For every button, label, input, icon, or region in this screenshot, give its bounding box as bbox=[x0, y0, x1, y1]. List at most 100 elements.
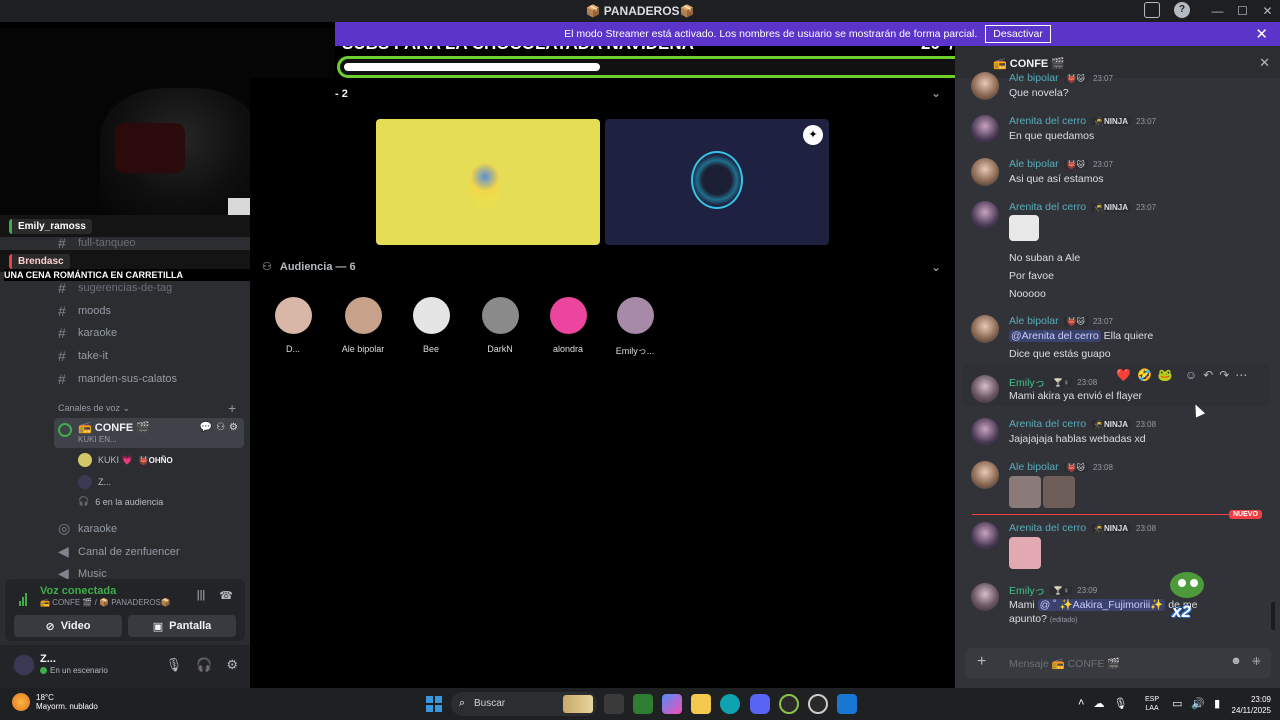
clock[interactable]: 23:09 24/11/2025 bbox=[1225, 694, 1271, 716]
display-icon[interactable]: ▭ bbox=[1172, 697, 1182, 710]
microphone-icon[interactable]: 🎙 bbox=[1113, 697, 1127, 710]
chat-icon[interactable]: 💬 bbox=[200, 422, 212, 433]
settings-icon[interactable]: ⚙ bbox=[229, 422, 238, 433]
close-icon[interactable]: ✕ bbox=[1259, 55, 1270, 71]
sticker-image[interactable] bbox=[1009, 215, 1039, 241]
message-author[interactable]: Arenita del cerro bbox=[1009, 522, 1086, 534]
audience-member[interactable]: DarkN bbox=[465, 297, 535, 354]
voice-channel-karaoke[interactable]: ◎ karaoke bbox=[58, 520, 117, 537]
screen-share-button[interactable]: ▣ Pantalla bbox=[128, 615, 236, 637]
onedrive-icon[interactable]: ☁ bbox=[1093, 697, 1104, 710]
avatar[interactable] bbox=[971, 72, 999, 100]
active-voice-channel[interactable]: 📻 CONFE 🎬 KUKI EN... 💬 ⚇ ⚙ bbox=[54, 418, 244, 448]
message-author[interactable]: Arenita del cerro bbox=[1009, 115, 1086, 127]
minimize-button[interactable]: — bbox=[1205, 4, 1230, 18]
edge-icon[interactable] bbox=[720, 694, 740, 714]
attachment-image[interactable] bbox=[1009, 476, 1041, 508]
audience-member[interactable]: Bee bbox=[396, 297, 466, 354]
mention[interactable]: @ ˚ ✨Aakira_Fujimoriii✨ bbox=[1037, 599, 1166, 611]
copilot-icon[interactable] bbox=[662, 694, 682, 714]
message-input[interactable]: Mensaje 📻 CONFE 🎬 bbox=[1009, 657, 1120, 670]
channel-manden-sus-calatos[interactable]: # manden-sus-calatos bbox=[58, 371, 177, 387]
audience-member[interactable]: Ale bipolar bbox=[328, 297, 398, 354]
chevron-up-icon[interactable]: ˄ bbox=[1078, 697, 1084, 710]
message-author[interactable]: Arenita del cerro bbox=[1009, 201, 1086, 213]
channel-sugerencias-de-tag[interactable]: # sugerencias-de-tag bbox=[58, 280, 172, 296]
language-indicator[interactable]: ESP LAA bbox=[1145, 695, 1159, 713]
headphones-icon[interactable]: 🎧 bbox=[196, 657, 212, 673]
obs-icon[interactable] bbox=[808, 694, 828, 714]
message-author[interactable]: Emilyっ bbox=[1009, 375, 1045, 390]
channel-take-it[interactable]: # take-it bbox=[58, 348, 108, 364]
settings-icon[interactable]: ⚙ bbox=[226, 657, 238, 673]
task-view-icon[interactable] bbox=[604, 694, 624, 714]
avatar[interactable] bbox=[971, 418, 999, 446]
message-author[interactable]: Ale bipolar bbox=[1009, 72, 1059, 84]
heart-reaction[interactable]: ❤️ bbox=[1116, 368, 1131, 382]
emoji-icon[interactable]: ☻ bbox=[1230, 655, 1242, 668]
audience-member[interactable]: D... bbox=[258, 297, 328, 354]
video-button[interactable]: ⊘ Video bbox=[14, 615, 122, 637]
help-icon[interactable]: ? bbox=[1174, 2, 1190, 18]
signal-icon[interactable] bbox=[19, 588, 31, 606]
speaker-tile[interactable]: ✦ bbox=[605, 119, 829, 245]
add-reaction-icon[interactable]: ☺ bbox=[1185, 368, 1197, 382]
audience-count[interactable]: 🎧 6 en la audiencia bbox=[78, 496, 163, 507]
forward-icon[interactable]: ↷ bbox=[1219, 368, 1229, 382]
message-author[interactable]: Ale bipolar bbox=[1009, 315, 1059, 327]
disconnect-icon[interactable]: ☎ bbox=[219, 589, 233, 602]
chevron-down-icon[interactable]: ⌄ bbox=[931, 260, 941, 274]
app-icon[interactable] bbox=[837, 694, 857, 714]
volume-icon[interactable]: 🔊 bbox=[1191, 697, 1205, 710]
avatar[interactable] bbox=[971, 115, 999, 143]
voice-user[interactable]: Z... bbox=[78, 475, 111, 489]
avatar[interactable] bbox=[12, 653, 36, 677]
start-button[interactable] bbox=[426, 696, 442, 712]
avatar[interactable] bbox=[971, 201, 999, 229]
maximize-button[interactable]: ☐ bbox=[1230, 4, 1255, 18]
plus-icon[interactable]: + bbox=[977, 653, 986, 671]
voice-user[interactable]: KUKI 💗 👹OHÑO bbox=[78, 453, 173, 467]
audience-member[interactable]: Emilyっ... bbox=[600, 297, 670, 357]
mention[interactable]: @Arenita del cerro bbox=[1009, 330, 1101, 342]
soundboard-icon[interactable]: ||| bbox=[197, 589, 206, 602]
message-author[interactable]: Arenita del cerro bbox=[1009, 418, 1086, 430]
close-icon[interactable]: ✕ bbox=[1255, 25, 1268, 43]
apps-icon[interactable]: ⁜ bbox=[1252, 655, 1261, 668]
reply-icon[interactable]: ↶ bbox=[1203, 368, 1213, 382]
message-author[interactable]: Emilyっ bbox=[1009, 583, 1045, 598]
avatar[interactable] bbox=[971, 315, 999, 343]
close-window-button[interactable]: ✕ bbox=[1255, 4, 1280, 18]
microphone-icon[interactable]: 🎙 bbox=[166, 657, 183, 673]
inbox-icon[interactable] bbox=[1144, 2, 1160, 18]
message-composer[interactable]: + Mensaje 📻 CONFE 🎬 ☻ ⁜ bbox=[965, 648, 1271, 678]
more-icon[interactable]: ⋯ bbox=[1235, 368, 1247, 382]
tile-menu-icon[interactable]: ✦ bbox=[803, 125, 823, 145]
speaker-tile[interactable] bbox=[376, 119, 600, 245]
store-icon[interactable] bbox=[633, 694, 653, 714]
app-icon[interactable] bbox=[779, 694, 799, 714]
attachment-image[interactable] bbox=[1043, 476, 1075, 508]
avatar[interactable] bbox=[971, 461, 999, 489]
chat-scrollbar[interactable] bbox=[1271, 602, 1275, 630]
file-explorer-icon[interactable] bbox=[691, 694, 711, 714]
message-author[interactable]: Ale bipolar bbox=[1009, 158, 1059, 170]
deactivate-button[interactable]: Desactivar bbox=[985, 25, 1051, 43]
avatar[interactable] bbox=[971, 522, 999, 550]
invite-icon[interactable]: ⚇ bbox=[216, 422, 225, 433]
audience-member[interactable]: alondra bbox=[533, 297, 603, 354]
voice-channels-header[interactable]: Canales de voz ⌄ bbox=[58, 403, 130, 414]
taskbar-search[interactable]: ⌕ Buscar bbox=[451, 692, 597, 716]
channel-full-tanqueo[interactable]: # full-tanqueo bbox=[58, 235, 136, 251]
discord-icon[interactable] bbox=[750, 694, 770, 714]
battery-icon[interactable]: ▮ bbox=[1214, 697, 1220, 710]
channel-karaoke[interactable]: # karaoke bbox=[58, 325, 117, 341]
weather-widget[interactable]: 18°C Mayorm. nublado bbox=[12, 693, 98, 711]
avatar[interactable] bbox=[971, 375, 999, 403]
add-channel-icon[interactable]: + bbox=[228, 400, 236, 416]
message-author[interactable]: Ale bipolar bbox=[1009, 461, 1059, 473]
audience-header[interactable]: ⚇ Audiencia — 6 bbox=[262, 260, 356, 274]
frog-reaction[interactable]: 🐸 bbox=[1158, 368, 1173, 382]
channel-moods[interactable]: # moods bbox=[58, 303, 111, 319]
voice-channel-zenfuencer[interactable]: ◀ Canal de zenfuencer bbox=[58, 543, 180, 560]
